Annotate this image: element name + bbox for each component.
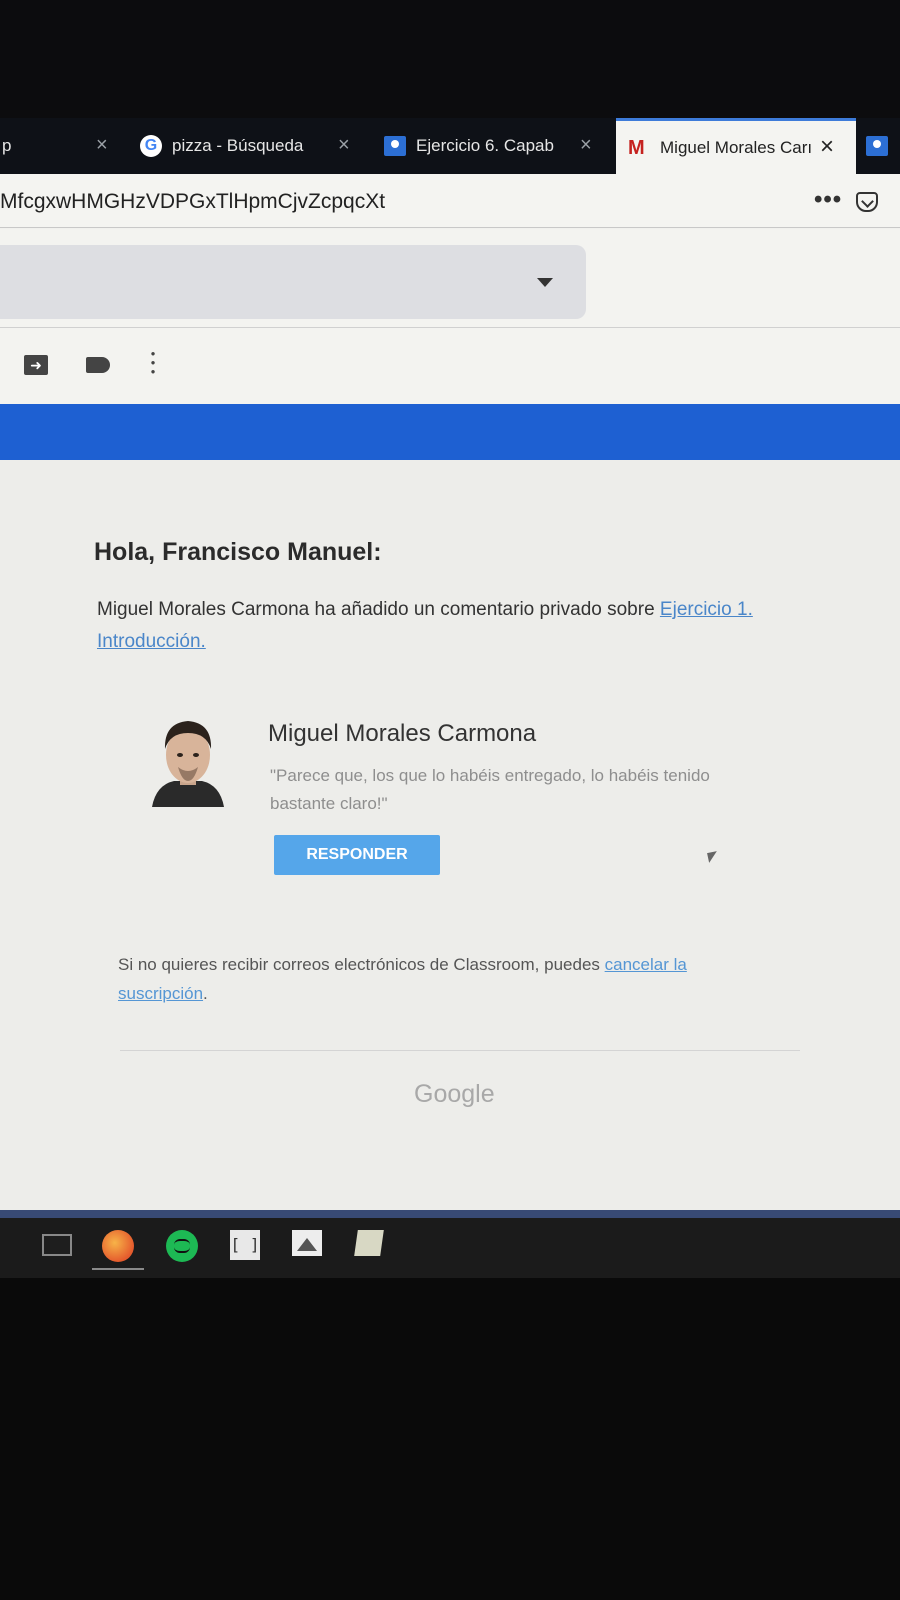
laptop-screen: p × G pizza - Búsqueda × Ejercicio 6. Ca… <box>0 118 900 1278</box>
taskbar-accent <box>0 1210 900 1218</box>
google-logo: Google <box>414 1080 495 1108</box>
close-icon[interactable]: × <box>338 134 350 157</box>
avatar <box>152 721 224 807</box>
gmail-favicon-icon: M <box>628 136 645 159</box>
email-body: Hola, Francisco Manuel: Miguel Morales C… <box>0 460 900 1210</box>
photos-icon[interactable] <box>292 1230 322 1256</box>
unsubscribe-period: . <box>203 984 208 1003</box>
spotify-icon[interactable] <box>166 1230 198 1262</box>
close-icon[interactable]: × <box>580 134 592 157</box>
search-options-dropdown-icon[interactable] <box>537 278 553 287</box>
search-input[interactable] <box>0 245 586 319</box>
email-header-banner <box>0 404 900 460</box>
comment-text: "Parece que, los que lo habéis entregado… <box>270 766 710 813</box>
unsubscribe-text: Si no quieres recibir correos electrónic… <box>118 955 605 974</box>
mouse-cursor-icon <box>707 851 719 863</box>
move-to-icon[interactable]: ➜ <box>24 355 48 375</box>
tab-gmail-active[interactable]: M Miguel Morales Carı × <box>616 118 856 174</box>
commenter-name: Miguel Morales Carmona <box>268 720 537 747</box>
close-icon[interactable]: × <box>820 133 834 161</box>
tab-ejercicio-6[interactable]: Ejercicio 6. Capab × <box>384 118 606 174</box>
laptop-bezel <box>0 1278 900 1600</box>
classroom-favicon-icon <box>384 136 406 156</box>
active-app-indicator <box>92 1268 144 1270</box>
firefox-icon[interactable] <box>102 1230 134 1262</box>
footer-divider <box>120 1050 800 1051</box>
tab-pizza-search[interactable]: G pizza - Búsqueda × <box>140 118 364 174</box>
address-bar[interactable]: MfcgxwHMGHzVDPGxTlHpmCjvZcpqcXt ••• <box>0 174 900 228</box>
url-text[interactable]: MfcgxwHMGHzVDPGxTlHpmCjvZcpqcXt <box>0 190 385 214</box>
tab-title: Miguel Morales Carı <box>660 137 813 157</box>
sticky-notes-icon[interactable] <box>354 1230 384 1256</box>
tab-partial[interactable]: p × <box>0 118 120 174</box>
label-icon[interactable] <box>86 357 110 373</box>
more-options-icon[interactable]: ● ● ● <box>150 349 156 376</box>
intro-text: Miguel Morales Carmona ha añadido un com… <box>97 599 660 620</box>
more-actions-icon[interactable]: ••• <box>814 186 842 214</box>
email-intro: Miguel Morales Carmona ha añadido un com… <box>97 594 757 658</box>
google-favicon-icon: G <box>140 135 162 157</box>
tab-title: Ejercicio 6. Capab <box>416 136 554 155</box>
reply-button[interactable]: RESPONDER <box>274 835 440 875</box>
file-explorer-icon[interactable] <box>42 1234 72 1256</box>
brackets-icon[interactable]: [ ] <box>230 1230 260 1260</box>
browser-tab-bar: p × G pizza - Búsqueda × Ejercicio 6. Ca… <box>0 118 900 174</box>
tab-title: pizza - Búsqueda <box>172 136 304 155</box>
pocket-icon[interactable] <box>856 192 878 212</box>
divider <box>0 327 900 328</box>
tab-partial-right[interactable] <box>866 118 900 174</box>
classroom-favicon-icon <box>866 136 888 156</box>
gmail-header: ➜ ● ● ● <box>0 229 900 404</box>
windows-taskbar: [ ] <box>0 1210 900 1278</box>
email-greeting: Hola, Francisco Manuel: <box>94 538 382 566</box>
close-icon[interactable]: × <box>96 134 108 157</box>
tab-title: p <box>2 136 12 155</box>
unsubscribe-notice: Si no quieres recibir correos electrónic… <box>118 950 758 1008</box>
